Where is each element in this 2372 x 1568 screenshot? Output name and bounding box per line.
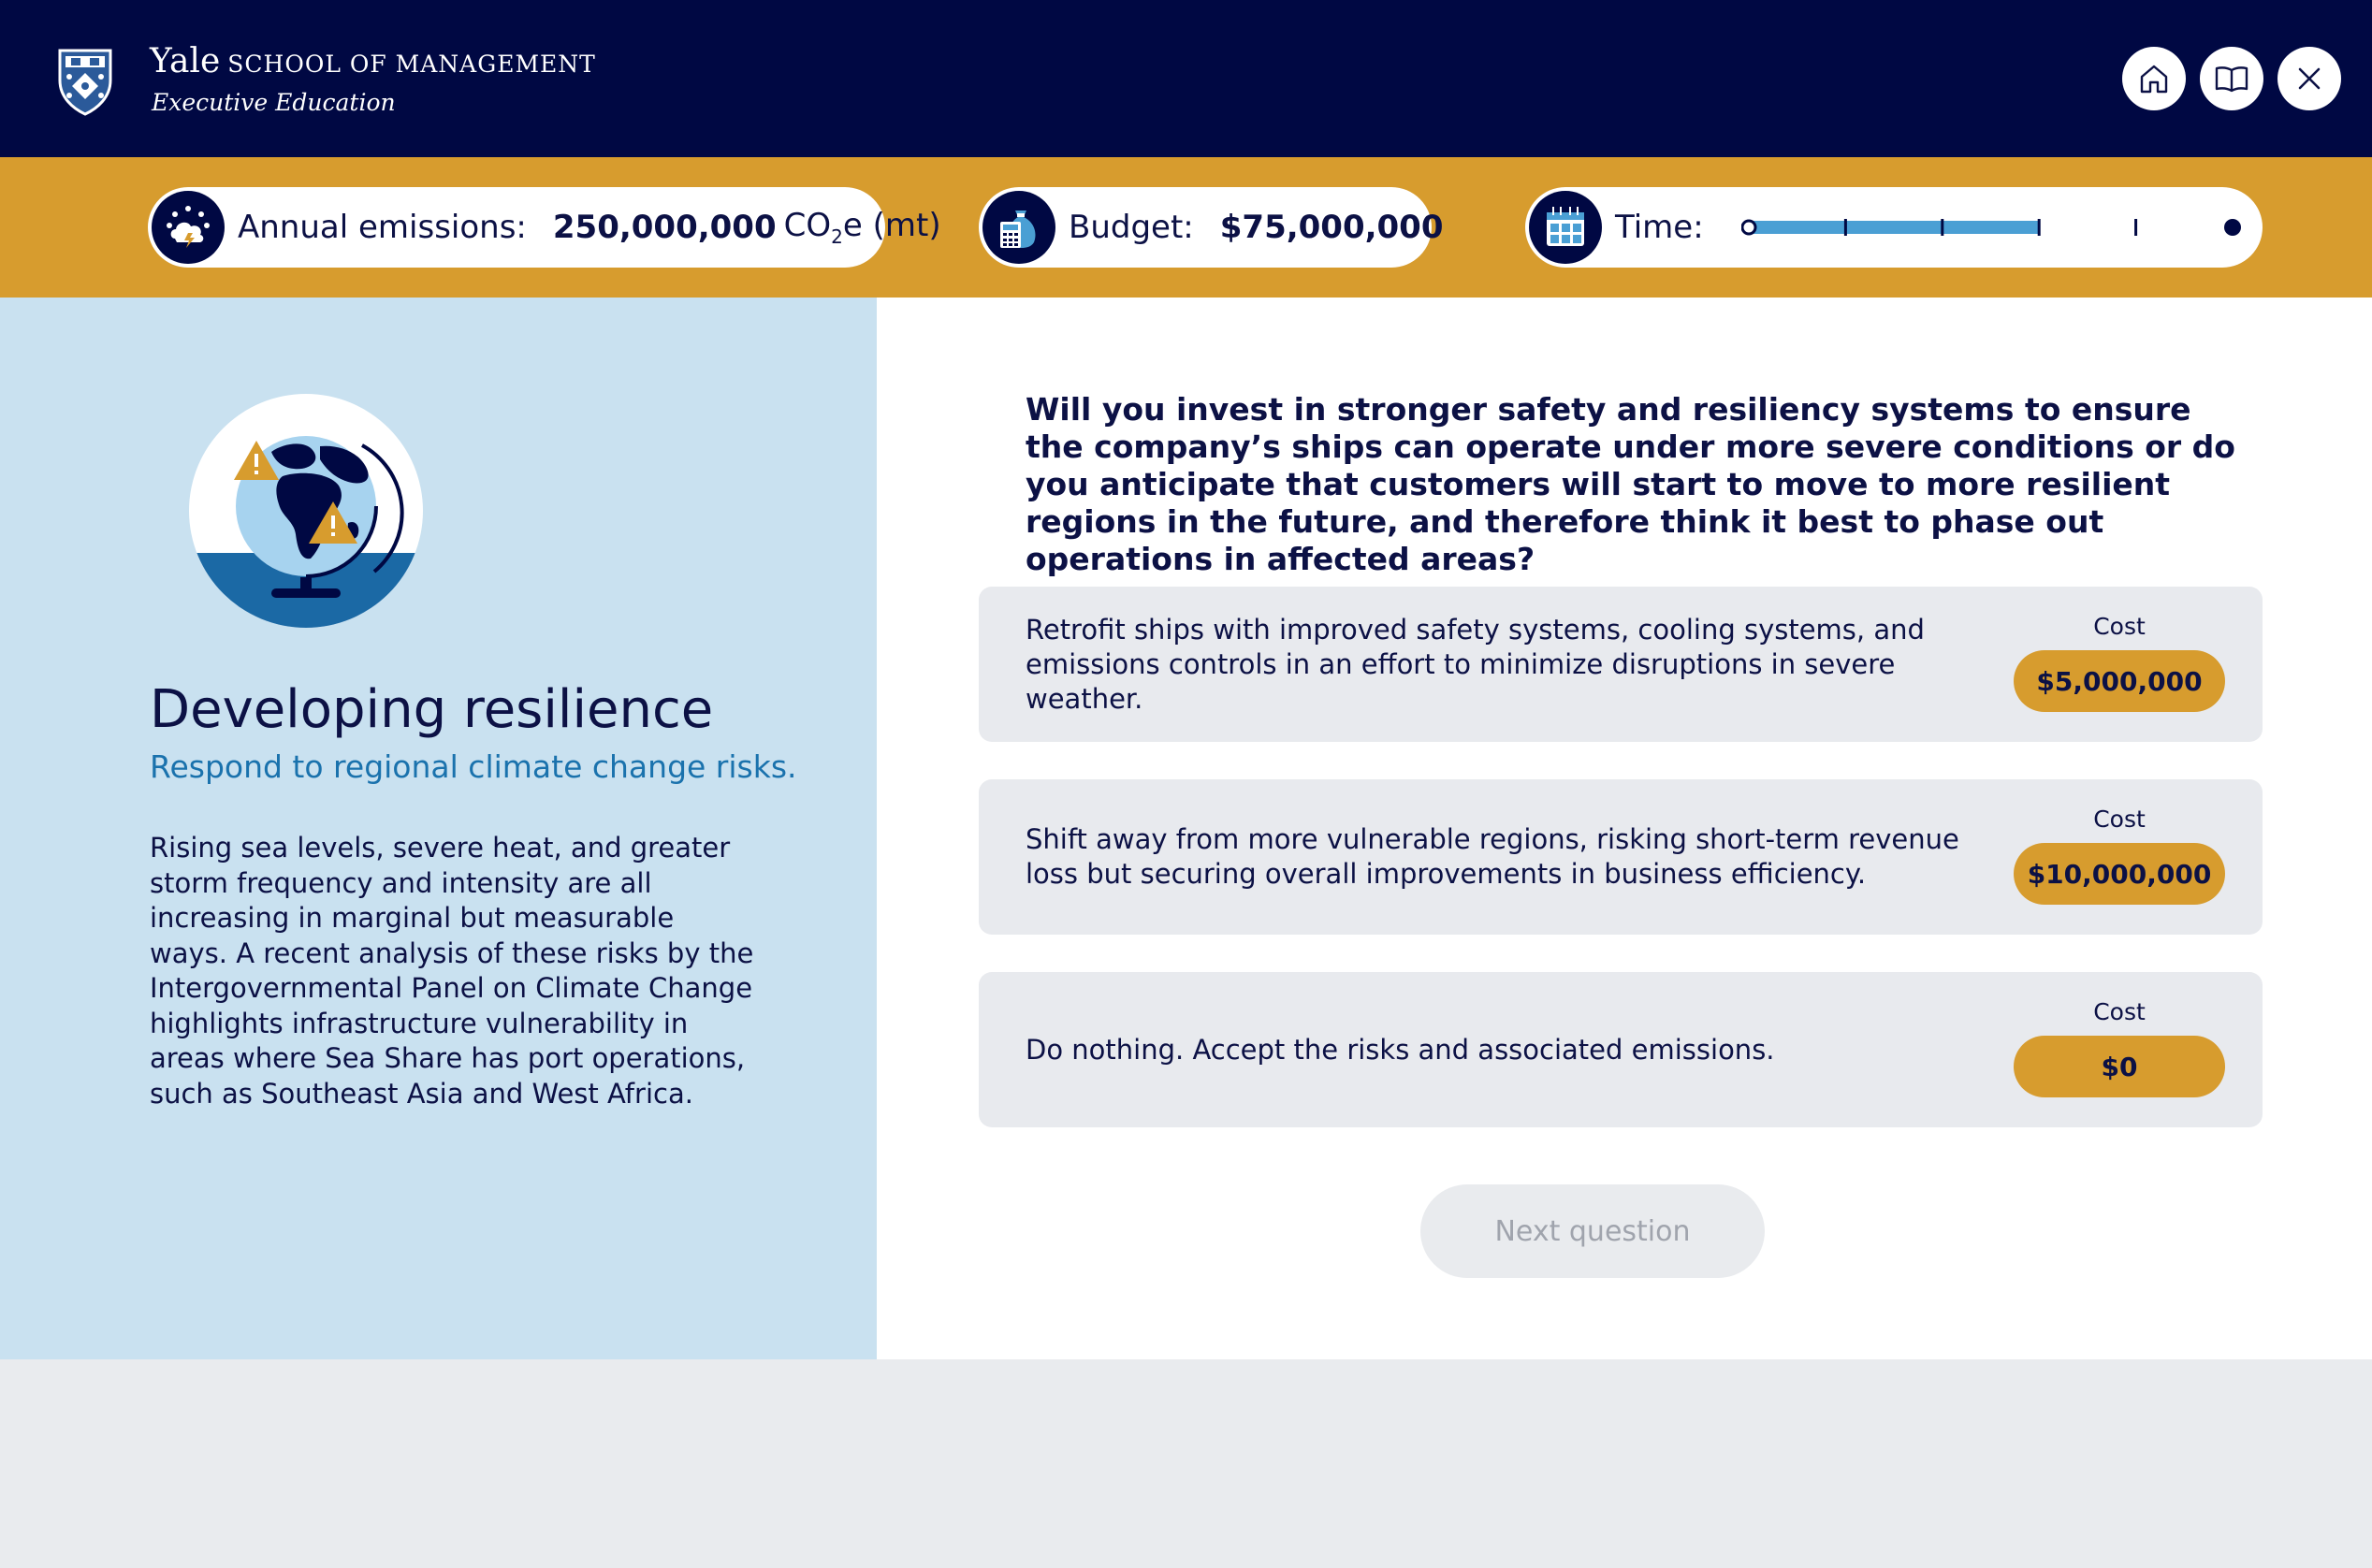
- emissions-label: Annual emissions:: [238, 209, 527, 246]
- time-end-marker: [2223, 219, 2241, 236]
- time-start-marker: [1740, 219, 1757, 236]
- budget-value: $75,000,000: [1219, 209, 1444, 246]
- budget-icon-badge: [982, 191, 1055, 264]
- cost-label: Cost: [2093, 613, 2146, 640]
- time-tick: [1940, 219, 1943, 236]
- option-card-shift-away[interactable]: Shift away from more vulnerable regions,…: [979, 779, 2263, 935]
- budget-pill: Budget: $75,000,000: [979, 187, 1444, 268]
- time-label: Time:: [1615, 209, 1704, 246]
- emissions-icon-badge: [152, 191, 225, 264]
- budget-label: Budget:: [1069, 209, 1194, 246]
- cloud-warning-icon: [167, 206, 210, 248]
- emissions-value: 250,000,000: [552, 209, 777, 246]
- brand-title: Yale SCHOOL OF MANAGEMENT: [150, 42, 596, 80]
- context-panel: [0, 298, 877, 1359]
- time-pill: Time:: [1525, 187, 2263, 268]
- cost-badge: $5,000,000: [2014, 650, 2225, 712]
- book-icon: [2215, 66, 2248, 93]
- cost-label: Cost: [2093, 806, 2146, 833]
- cost-badge: $0: [2014, 1036, 2225, 1097]
- time-progress-fill: [1748, 221, 2039, 234]
- option-card-do-nothing[interactable]: Do nothing. Accept the risks and associa…: [979, 972, 2263, 1127]
- option-text: Do nothing. Accept the risks and associa…: [1026, 1033, 1775, 1066]
- cost-badge: $10,000,000: [2014, 843, 2225, 905]
- time-tick: [2037, 219, 2041, 236]
- brand-name: Yale: [150, 42, 221, 80]
- brand-school: SCHOOL OF MANAGEMENT: [227, 51, 596, 78]
- time-tick: [1843, 219, 1847, 236]
- section-description: Rising sea levels, severe heat, and grea…: [150, 832, 754, 1110]
- close-icon: [2298, 67, 2321, 90]
- status-bar: Annual emissions: 250,000,000 CO2e (mt) …: [0, 157, 2372, 298]
- time-icon-badge: [1529, 191, 1602, 264]
- option-text: Shift away from more vulnerable regions,…: [1026, 823, 1959, 890]
- section-title: Developing resilience: [150, 679, 714, 740]
- brand-subtitle: Executive Education: [152, 89, 396, 116]
- footer-area: [0, 1359, 2372, 1568]
- top-header: Yale SCHOOL OF MANAGEMENT Executive Educa…: [0, 0, 2372, 157]
- time-tick: [2133, 219, 2137, 236]
- option-text: Retrofit ships with improved safety syst…: [1026, 613, 1925, 715]
- money-bag-calculator-icon: [1000, 211, 1036, 248]
- next-question-button[interactable]: Next question: [1420, 1184, 1765, 1278]
- glossary-button[interactable]: [2200, 47, 2263, 110]
- question-text: Will you invest in stronger safety and r…: [1026, 391, 2235, 577]
- option-card-retrofit[interactable]: Retrofit ships with improved safety syst…: [979, 587, 2263, 742]
- home-button[interactable]: [2122, 47, 2186, 110]
- yale-crest-logo: [58, 49, 112, 116]
- emissions-pill: Annual emissions: 250,000,000 CO2e (mt): [148, 187, 941, 268]
- time-progress-track: [1740, 219, 2241, 236]
- close-button[interactable]: [2277, 47, 2341, 110]
- section-subtitle: Respond to regional climate change risks…: [150, 748, 797, 785]
- home-icon: [2140, 65, 2168, 94]
- globe-warning-icon: [189, 394, 423, 628]
- cost-label: Cost: [2093, 998, 2146, 1025]
- calendar-icon: [1547, 207, 1584, 246]
- emissions-unit: CO2e (mt): [783, 207, 941, 248]
